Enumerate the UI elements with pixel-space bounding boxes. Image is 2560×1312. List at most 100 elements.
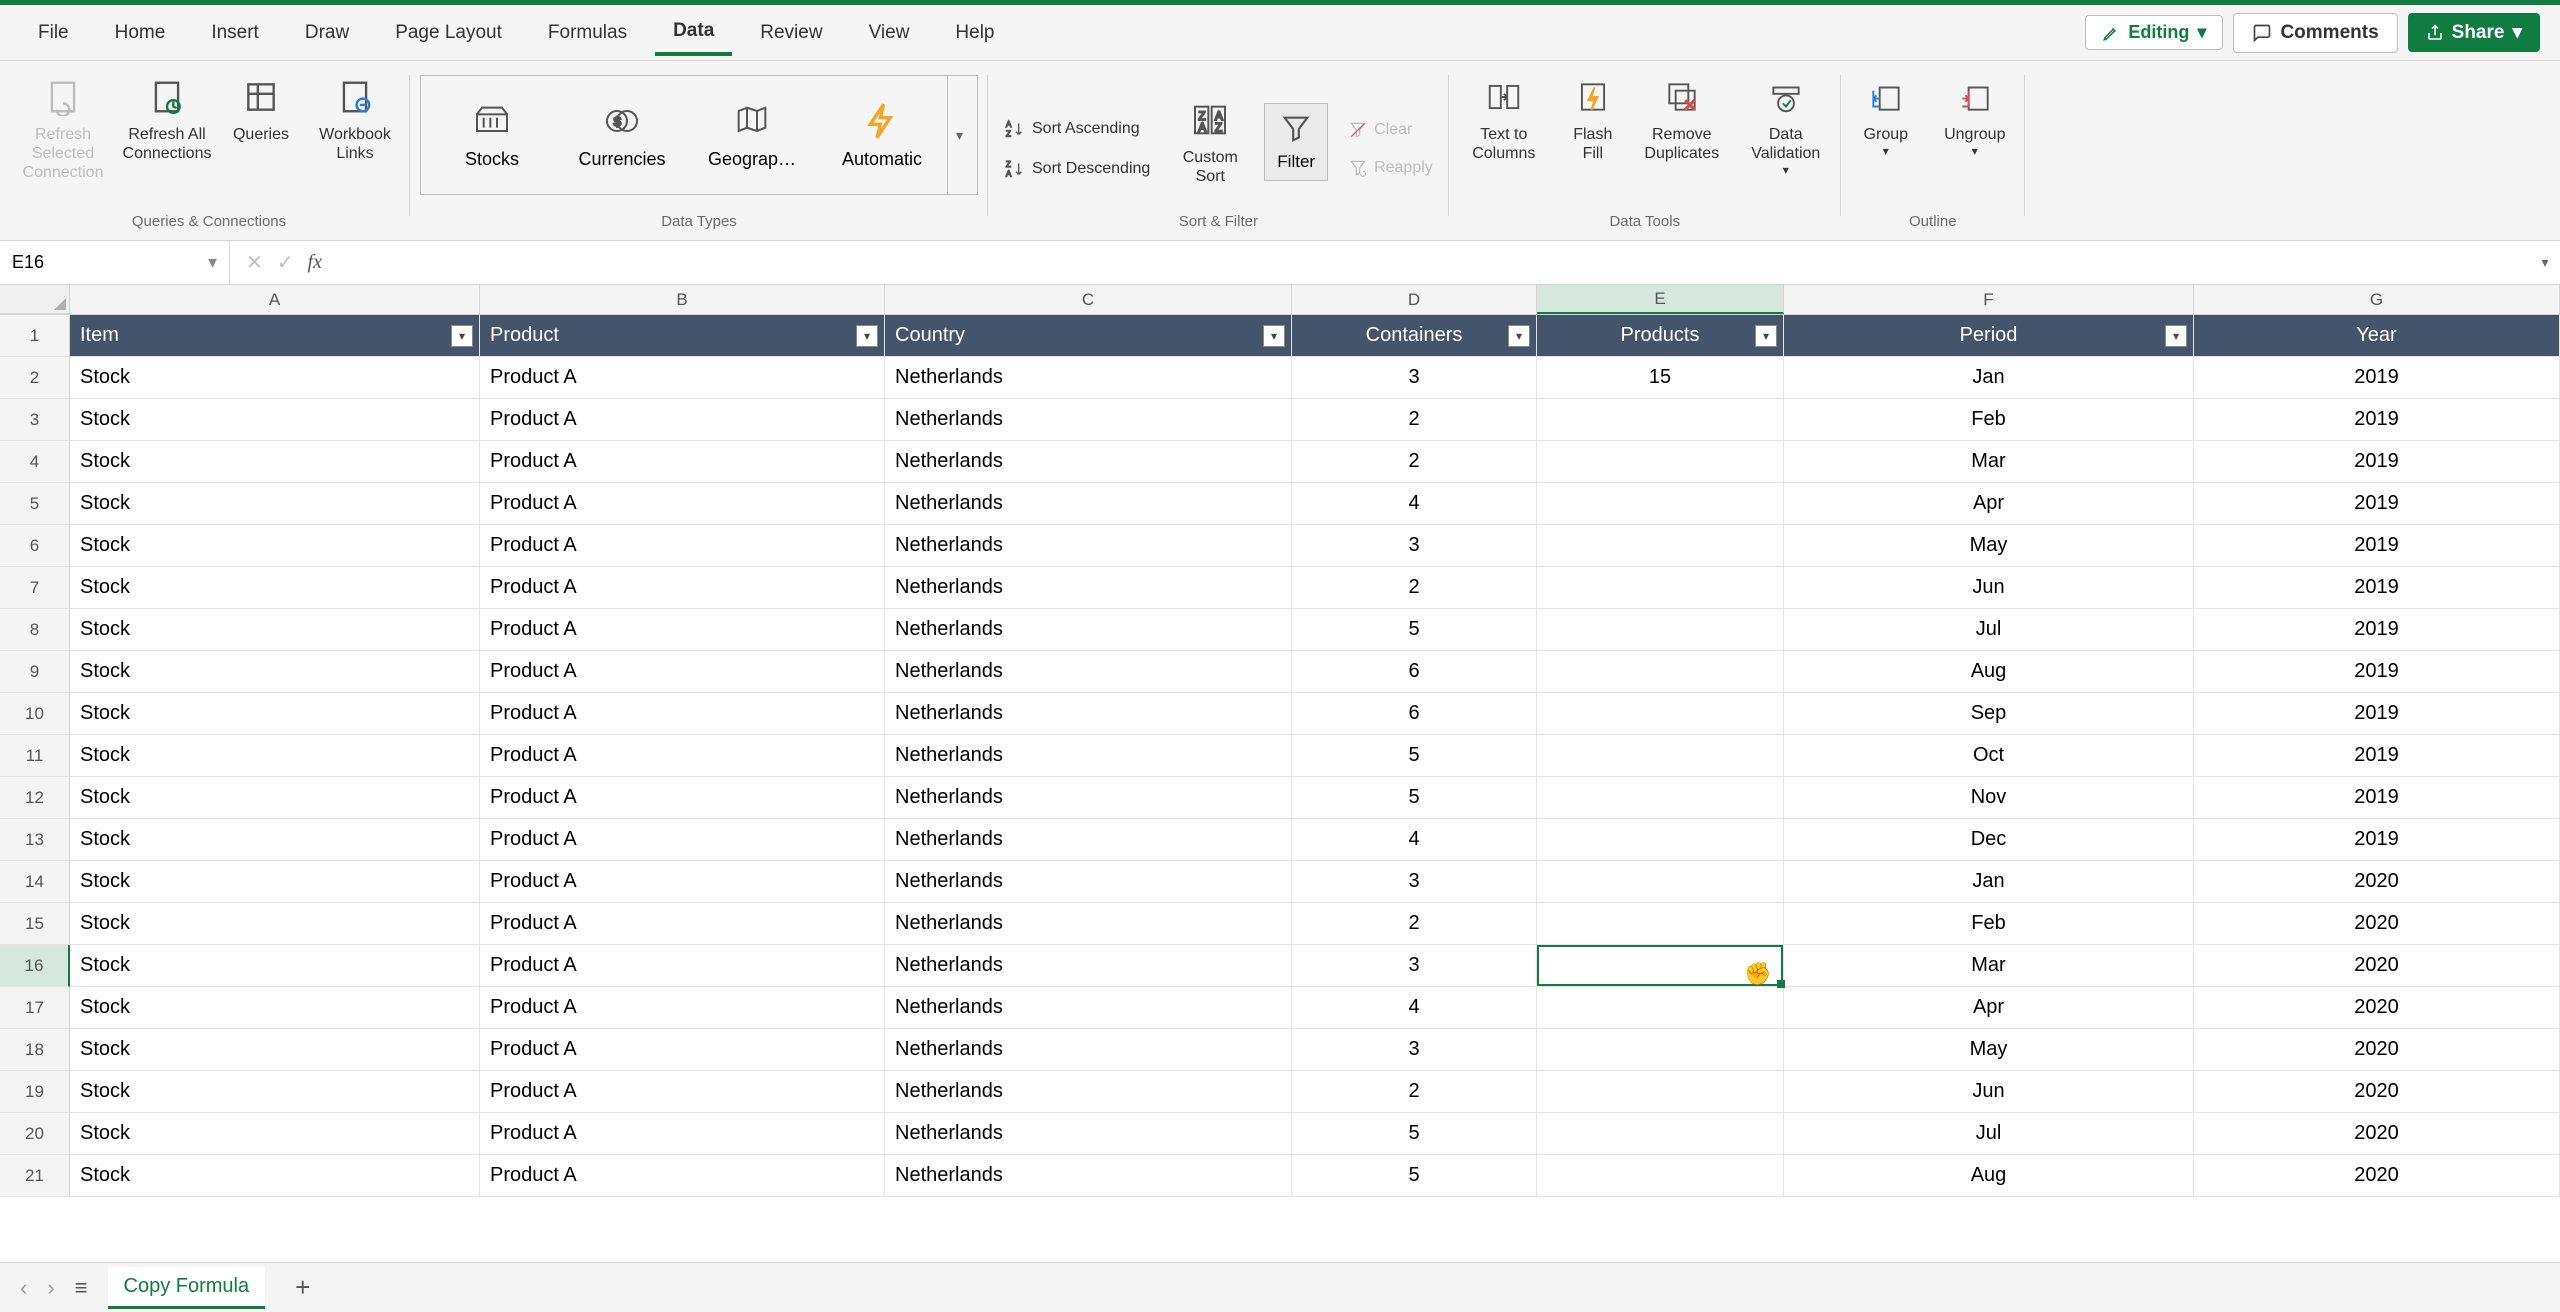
menu-insert[interactable]: Insert bbox=[193, 12, 277, 54]
row-header-4[interactable]: 4 bbox=[0, 441, 70, 483]
group-button[interactable]: Group ▾ bbox=[1851, 71, 1921, 163]
menu-page-layout[interactable]: Page Layout bbox=[377, 12, 520, 54]
cell-E16[interactable] bbox=[1537, 945, 1784, 987]
add-sheet-button[interactable]: + bbox=[285, 1272, 320, 1303]
cell-D21[interactable]: 5 bbox=[1292, 1155, 1537, 1197]
cell-B14[interactable]: Product A bbox=[480, 861, 885, 903]
cell-C15[interactable]: Netherlands bbox=[885, 903, 1292, 945]
filter-dropdown-period[interactable]: ▾ bbox=[2165, 325, 2187, 347]
fx-icon[interactable]: fx bbox=[308, 251, 322, 274]
filter-dropdown-country[interactable]: ▾ bbox=[1263, 325, 1285, 347]
cell-F13[interactable]: Dec bbox=[1784, 819, 2194, 861]
cell-E19[interactable] bbox=[1537, 1071, 1784, 1113]
cell-C4[interactable]: Netherlands bbox=[885, 441, 1292, 483]
cell-G15[interactable]: 2020 bbox=[2194, 903, 2560, 945]
cell-E11[interactable] bbox=[1537, 735, 1784, 777]
cell-G5[interactable]: 2019 bbox=[2194, 483, 2560, 525]
cell-D15[interactable]: 2 bbox=[1292, 903, 1537, 945]
data-type-stocks[interactable]: Stocks bbox=[427, 101, 557, 170]
cell-F9[interactable]: Aug bbox=[1784, 651, 2194, 693]
cell-C13[interactable]: Netherlands bbox=[885, 819, 1292, 861]
row-header-9[interactable]: 9 bbox=[0, 651, 70, 693]
cell-A17[interactable]: Stock bbox=[70, 987, 480, 1029]
cell-D6[interactable]: 3 bbox=[1292, 525, 1537, 567]
data-types-expand[interactable]: ▾ bbox=[947, 76, 971, 194]
cell-A9[interactable]: Stock bbox=[70, 651, 480, 693]
row-header-20[interactable]: 20 bbox=[0, 1113, 70, 1155]
menu-file[interactable]: File bbox=[20, 12, 87, 54]
cell-E21[interactable] bbox=[1537, 1155, 1784, 1197]
cell-C11[interactable]: Netherlands bbox=[885, 735, 1292, 777]
cell-B2[interactable]: Product A bbox=[480, 357, 885, 399]
cell-G10[interactable]: 2019 bbox=[2194, 693, 2560, 735]
row-header-21[interactable]: 21 bbox=[0, 1155, 70, 1197]
cell-C6[interactable]: Netherlands bbox=[885, 525, 1292, 567]
cell-F10[interactable]: Sep bbox=[1784, 693, 2194, 735]
cells-area[interactable]: Item▾Product▾Country▾Containers▾Products… bbox=[70, 315, 2560, 1197]
column-header-G[interactable]: G bbox=[2194, 285, 2560, 314]
cell-G4[interactable]: 2019 bbox=[2194, 441, 2560, 483]
cell-D19[interactable]: 2 bbox=[1292, 1071, 1537, 1113]
cell-A18[interactable]: Stock bbox=[70, 1029, 480, 1071]
table-header-products[interactable]: Products▾ bbox=[1537, 315, 1784, 357]
text-to-columns-button[interactable]: Text to Columns bbox=[1459, 71, 1549, 167]
row-header-7[interactable]: 7 bbox=[0, 567, 70, 609]
cell-C10[interactable]: Netherlands bbox=[885, 693, 1292, 735]
table-header-containers[interactable]: Containers▾ bbox=[1292, 315, 1537, 357]
menu-draw[interactable]: Draw bbox=[287, 12, 367, 54]
cell-A8[interactable]: Stock bbox=[70, 609, 480, 651]
cell-D16[interactable]: 3 bbox=[1292, 945, 1537, 987]
cell-A19[interactable]: Stock bbox=[70, 1071, 480, 1113]
remove-duplicates-button[interactable]: Remove Duplicates bbox=[1637, 71, 1727, 167]
share-button[interactable]: Share ▾ bbox=[2408, 13, 2540, 52]
cell-D17[interactable]: 4 bbox=[1292, 987, 1537, 1029]
cell-B4[interactable]: Product A bbox=[480, 441, 885, 483]
cell-F15[interactable]: Feb bbox=[1784, 903, 2194, 945]
cell-A2[interactable]: Stock bbox=[70, 357, 480, 399]
cell-C17[interactable]: Netherlands bbox=[885, 987, 1292, 1029]
cell-F19[interactable]: Jun bbox=[1784, 1071, 2194, 1113]
cell-B21[interactable]: Product A bbox=[480, 1155, 885, 1197]
cell-C2[interactable]: Netherlands bbox=[885, 357, 1292, 399]
cell-B20[interactable]: Product A bbox=[480, 1113, 885, 1155]
row-header-5[interactable]: 5 bbox=[0, 483, 70, 525]
cell-D9[interactable]: 6 bbox=[1292, 651, 1537, 693]
cell-G6[interactable]: 2019 bbox=[2194, 525, 2560, 567]
row-header-13[interactable]: 13 bbox=[0, 819, 70, 861]
cell-D10[interactable]: 6 bbox=[1292, 693, 1537, 735]
cell-A5[interactable]: Stock bbox=[70, 483, 480, 525]
cell-F17[interactable]: Apr bbox=[1784, 987, 2194, 1029]
column-header-D[interactable]: D bbox=[1292, 285, 1537, 314]
cell-F11[interactable]: Oct bbox=[1784, 735, 2194, 777]
table-header-period[interactable]: Period▾ bbox=[1784, 315, 2194, 357]
cell-G9[interactable]: 2019 bbox=[2194, 651, 2560, 693]
cell-A3[interactable]: Stock bbox=[70, 399, 480, 441]
sort-ascending-button[interactable]: AZ Sort Ascending bbox=[998, 114, 1156, 144]
cell-A15[interactable]: Stock bbox=[70, 903, 480, 945]
cell-G8[interactable]: 2019 bbox=[2194, 609, 2560, 651]
cell-E2[interactable]: 15 bbox=[1537, 357, 1784, 399]
cell-D5[interactable]: 4 bbox=[1292, 483, 1537, 525]
sort-descending-button[interactable]: ZA Sort Descending bbox=[998, 154, 1156, 184]
row-header-6[interactable]: 6 bbox=[0, 525, 70, 567]
row-header-14[interactable]: 14 bbox=[0, 861, 70, 903]
row-header-1[interactable]: 1 bbox=[0, 315, 70, 357]
cell-A16[interactable]: Stock bbox=[70, 945, 480, 987]
cell-F5[interactable]: Apr bbox=[1784, 483, 2194, 525]
cell-B5[interactable]: Product A bbox=[480, 483, 885, 525]
row-header-19[interactable]: 19 bbox=[0, 1071, 70, 1113]
cell-C7[interactable]: Netherlands bbox=[885, 567, 1292, 609]
cell-G16[interactable]: 2020 bbox=[2194, 945, 2560, 987]
mode-editing-dropdown[interactable]: Editing ▾ bbox=[2085, 15, 2223, 50]
cell-B7[interactable]: Product A bbox=[480, 567, 885, 609]
cell-A13[interactable]: Stock bbox=[70, 819, 480, 861]
cell-G18[interactable]: 2020 bbox=[2194, 1029, 2560, 1071]
cell-G2[interactable]: 2019 bbox=[2194, 357, 2560, 399]
ungroup-button[interactable]: Ungroup ▾ bbox=[1935, 71, 2015, 163]
filter-dropdown-products[interactable]: ▾ bbox=[1755, 325, 1777, 347]
table-header-product[interactable]: Product▾ bbox=[480, 315, 885, 357]
cell-B18[interactable]: Product A bbox=[480, 1029, 885, 1071]
cell-D18[interactable]: 3 bbox=[1292, 1029, 1537, 1071]
cell-B10[interactable]: Product A bbox=[480, 693, 885, 735]
cell-E20[interactable] bbox=[1537, 1113, 1784, 1155]
